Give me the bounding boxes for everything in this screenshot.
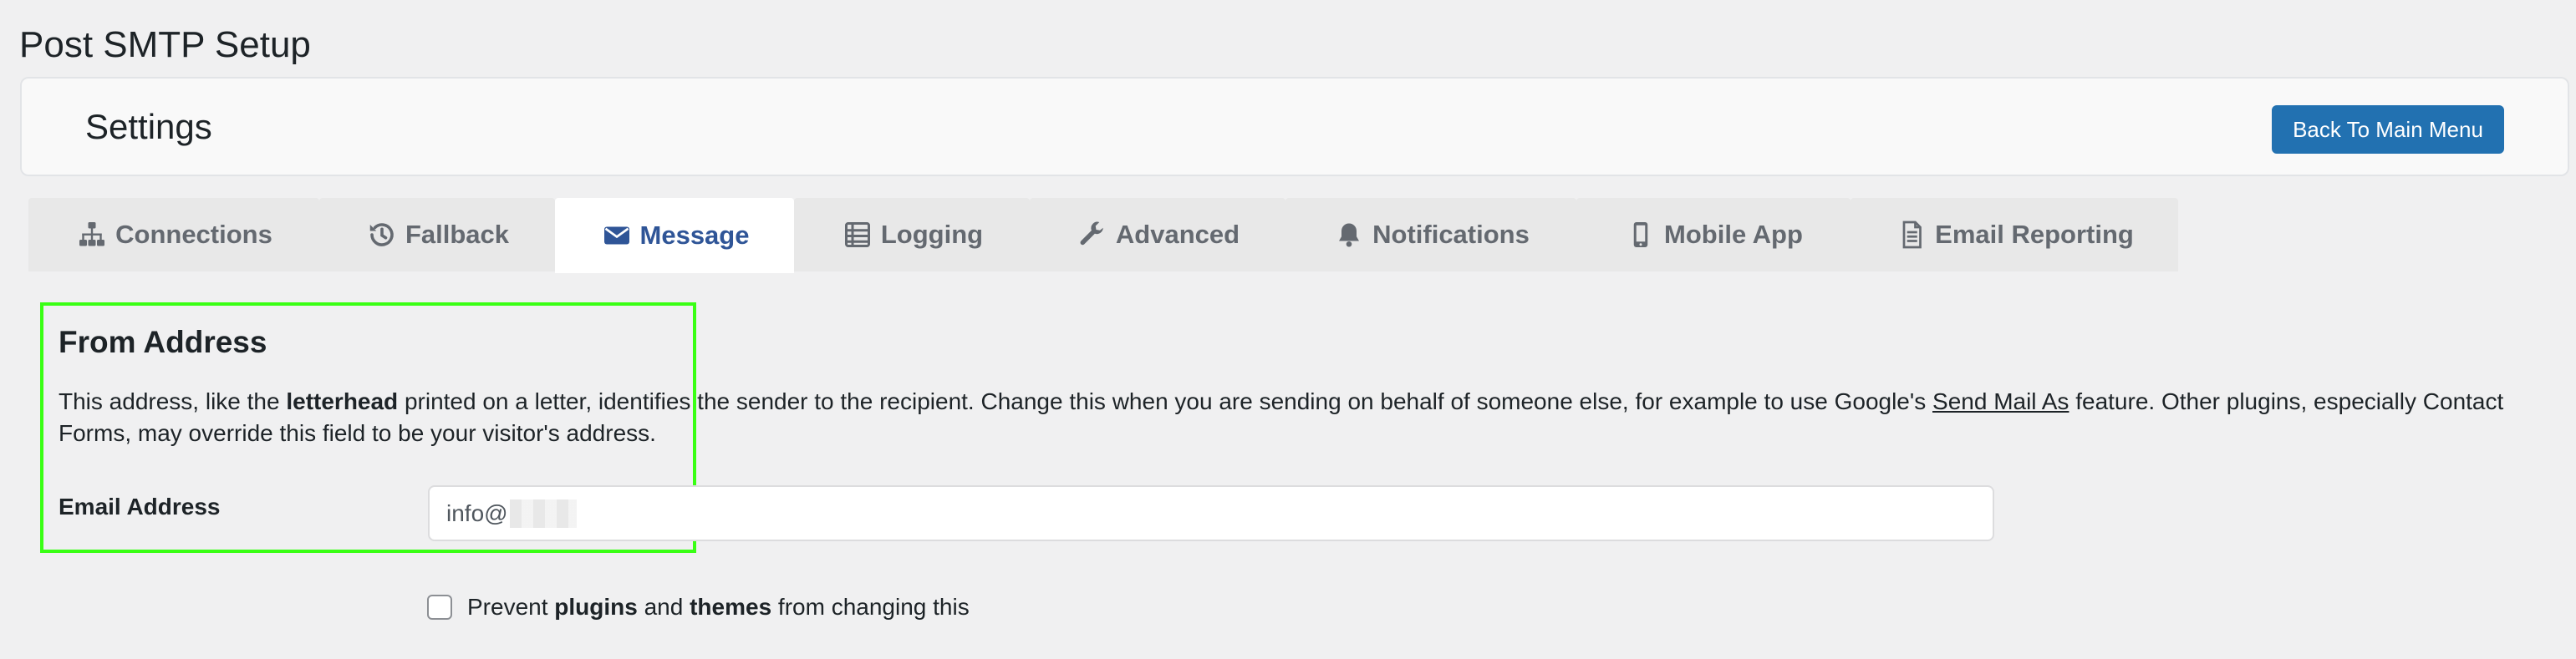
history-icon	[365, 218, 399, 251]
wrench-icon	[1076, 218, 1109, 251]
settings-title: Settings	[85, 107, 212, 146]
envelope-icon	[600, 219, 634, 252]
tab-mobile-app[interactable]: Mobile App	[1576, 198, 1851, 271]
tab-fallback[interactable]: Fallback	[319, 198, 555, 271]
prevent-override-checkbox[interactable]	[427, 595, 452, 620]
back-to-main-menu-button[interactable]: Back To Main Menu	[2272, 105, 2504, 154]
label-text: Prevent	[467, 594, 555, 620]
from-address-description: This address, like the letterhead printe…	[59, 386, 2524, 449]
send-mail-as-link[interactable]: Send Mail As	[1932, 388, 2069, 414]
label-bold: plugins	[554, 594, 638, 620]
description-text: This address, like the	[59, 388, 287, 414]
tab-label: Email Reporting	[1935, 220, 2134, 249]
bell-icon	[1332, 218, 1366, 251]
label-text: and	[637, 594, 690, 620]
tab-email-reporting[interactable]: Email Reporting	[1851, 198, 2178, 271]
document-icon	[1895, 218, 1928, 251]
list-icon	[841, 218, 874, 251]
tab-notifications[interactable]: Notifications	[1285, 198, 1576, 271]
settings-header: Settings Back To Main Menu	[20, 77, 2569, 176]
email-address-input[interactable]: info@	[428, 485, 1994, 541]
label-bold: themes	[690, 594, 772, 620]
tab-label: Connections	[115, 220, 272, 249]
tab-logging[interactable]: Logging	[794, 198, 1030, 271]
tab-advanced[interactable]: Advanced	[1030, 198, 1285, 271]
email-value: info@	[446, 499, 508, 526]
email-address-label: Email Address	[59, 494, 221, 520]
tab-message[interactable]: Message	[555, 198, 794, 273]
tab-label: Logging	[880, 220, 984, 249]
section-heading-from-address: From Address	[59, 325, 267, 359]
description-text: printed on a letter, identifies the send…	[398, 388, 1933, 414]
page-title: Post SMTP Setup	[19, 24, 311, 65]
description-bold: letterhead	[286, 388, 399, 414]
tab-label: Notifications	[1372, 220, 1530, 249]
redacted-region	[509, 499, 577, 528]
sitemap-icon	[75, 218, 109, 251]
tab-label: Advanced	[1115, 220, 1240, 249]
tab-connections[interactable]: Connections	[28, 198, 319, 271]
prevent-override-row[interactable]: Prevent plugins and themes from changing…	[427, 591, 970, 623]
label-text: from changing this	[771, 594, 970, 620]
tab-label: Message	[639, 221, 750, 250]
tab-label: Fallback	[405, 220, 510, 249]
mobile-icon	[1624, 218, 1657, 251]
checkbox-label: Prevent plugins and themes from changing…	[467, 591, 970, 623]
tab-label: Mobile App	[1664, 220, 1803, 249]
